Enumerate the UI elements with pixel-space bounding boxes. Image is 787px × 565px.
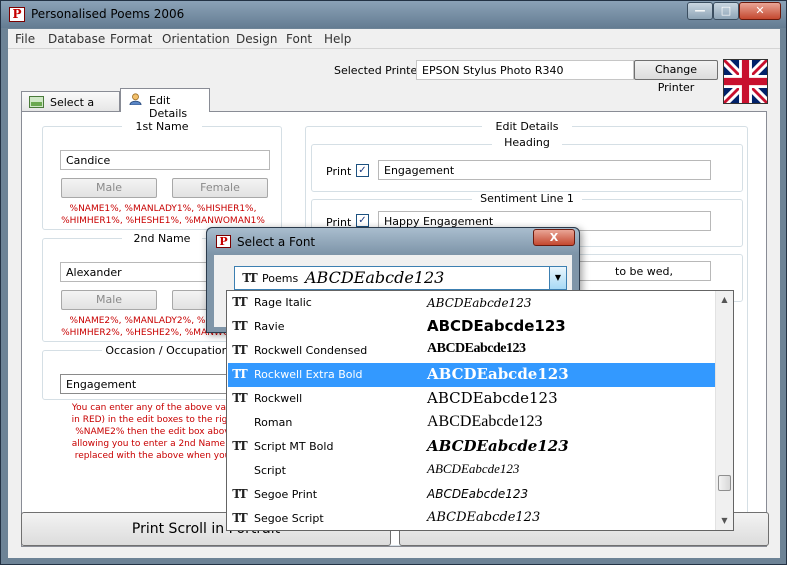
font-row-name: Rage Italic: [254, 296, 312, 309]
font-row-script[interactable]: Script ABCDEabcde123: [228, 459, 715, 483]
truetype-icon: TT: [232, 391, 247, 405]
font-row-name: Script: [254, 464, 286, 477]
scroll-up-icon: ▲: [721, 295, 728, 304]
font-row-rockwell-condensed[interactable]: TT Rockwell Condensed ABCDEabcde123: [228, 339, 715, 363]
font-list-scrollbar[interactable]: ▲ ▼: [715, 291, 733, 530]
font-row-rockwell[interactable]: TT Rockwell ABCDEabcde123: [228, 387, 715, 411]
app-p-icon: P: [216, 235, 231, 248]
second-name-male-button[interactable]: Male: [61, 290, 157, 310]
font-row-name: Script MT Bold: [254, 440, 334, 453]
menu-database[interactable]: Database: [48, 32, 105, 46]
app-p-icon: P: [9, 7, 25, 22]
dropdown-arrow-button[interactable]: ▼: [549, 267, 566, 289]
truetype-icon: TT: [232, 295, 247, 309]
font-row-sample: ABCDEabcde123: [427, 389, 558, 407]
font-row-name: Roman: [254, 416, 293, 429]
font-row-rockwell-extra-bold[interactable]: TT Rockwell Extra Bold ABCDEabcde123: [228, 363, 715, 387]
font-row-name: Segoe Print: [254, 488, 318, 501]
scroll-up-button[interactable]: ▲: [717, 292, 732, 308]
font-row-name: Rockwell Extra Bold: [254, 368, 363, 381]
font-row-name: Segoe Script: [254, 512, 324, 525]
truetype-icon: TT: [232, 511, 247, 525]
uk-flag-icon[interactable]: [723, 59, 768, 104]
truetype-icon: TT: [232, 367, 247, 381]
menu-format[interactable]: Format: [110, 32, 152, 46]
truetype-icon: TT: [232, 319, 247, 333]
font-row-sample: ABCDEabcde123: [427, 365, 569, 383]
dialog-title-bar: P Select a Font X: [207, 228, 579, 254]
first-name-female-button[interactable]: Female: [172, 178, 268, 198]
selected-printer-label: Selected Printer: [334, 64, 422, 77]
user-icon: [129, 93, 142, 105]
sentiment-line-1-title: Sentiment Line 1: [472, 192, 582, 205]
selected-font-sample: ABCDEabcde123: [305, 268, 445, 287]
first-name-input[interactable]: Candice: [60, 150, 270, 170]
font-row-sample: ABCDEabcde123: [427, 461, 520, 476]
font-row-name: Rockwell: [254, 392, 303, 405]
font-row-ravie[interactable]: TT Ravie ABCDEabcde123: [228, 315, 715, 339]
scroll-down-button[interactable]: ▼: [717, 513, 732, 529]
scroll-down-icon: ▼: [721, 516, 728, 525]
dialog-title: Select a Font: [237, 235, 316, 249]
font-row-name: Rockwell Condensed: [254, 344, 368, 357]
selected-printer-field[interactable]: EPSON Stylus Photo R340: [416, 60, 634, 80]
truetype-icon: TT: [232, 439, 247, 453]
menu-help[interactable]: Help: [324, 32, 351, 46]
close-icon: X: [549, 231, 559, 244]
scrollbar-thumb[interactable]: [718, 475, 731, 491]
truetype-icon: TT: [242, 271, 257, 285]
tab-edit-details[interactable]: Edit Details: [120, 88, 210, 120]
font-row-sample: ABCDEabcde123: [427, 437, 569, 455]
selected-font-name: Poems: [262, 272, 299, 285]
heading-print-checkbox[interactable]: ✓: [356, 164, 369, 177]
checkbox-check-icon: ✓: [358, 215, 367, 226]
font-row-sample: ABCDEabcde123: [427, 510, 541, 525]
heading-title: Heading: [492, 136, 562, 149]
font-dropdown-list: TT Rage Italic ABCDEabcde123 TT Ravie AB…: [226, 290, 734, 531]
tab-edit-details-label: Edit Details: [149, 94, 188, 120]
font-row-sample: ABCDEabcde123: [427, 487, 529, 501]
edit-details-title: Edit Details: [482, 120, 572, 133]
font-row-segoe-print[interactable]: TT Segoe Print ABCDEabcde123: [228, 483, 715, 507]
heading-print-label: Print: [326, 165, 352, 178]
first-name-male-button[interactable]: Male: [61, 178, 157, 198]
title-bar: P Personalised Poems 2006 — □ ✕: [1, 1, 786, 28]
tab-select-a-style[interactable]: Select a Style: [21, 91, 120, 122]
menu-design[interactable]: Design: [236, 32, 277, 46]
font-row-sample: ABCDEabcde123: [427, 317, 566, 335]
dialog-close-button[interactable]: X: [533, 229, 575, 246]
minimize-icon: —: [694, 4, 706, 17]
sentiment-1-print-checkbox[interactable]: ✓: [356, 214, 369, 227]
picture-icon: [29, 96, 44, 108]
font-row-roman[interactable]: Roman ABCDEabcde123: [228, 411, 715, 435]
font-row-segoe-script[interactable]: TT Segoe Script ABCDEabcde123: [228, 507, 715, 531]
truetype-icon: TT: [232, 487, 247, 501]
font-row-script-mt-bold[interactable]: TT Script MT Bold ABCDEabcde123: [228, 435, 715, 459]
close-button[interactable]: ✕: [739, 2, 781, 20]
checkbox-check-icon: ✓: [358, 165, 367, 176]
change-printer-button[interactable]: Change Printer: [634, 60, 718, 94]
menu-file[interactable]: File: [15, 32, 35, 46]
menu-bar: File Database Format Orientation Design …: [8, 29, 780, 49]
first-name-title: 1st Name: [122, 120, 202, 133]
font-combo-box[interactable]: TT Poems ABCDEabcde123 ▼: [234, 266, 567, 290]
occasion-title: Occasion / Occupation: [102, 344, 232, 357]
truetype-icon: TT: [232, 343, 247, 357]
font-row-rage-italic[interactable]: TT Rage Italic ABCDEabcde123: [228, 291, 715, 315]
font-row-name: Ravie: [254, 320, 285, 333]
minimize-button[interactable]: —: [687, 2, 713, 20]
second-name-title: 2nd Name: [122, 232, 202, 245]
dropdown-arrow-icon: ▼: [554, 273, 562, 282]
heading-input[interactable]: Engagement: [378, 160, 711, 180]
font-row-sample: ABCDEabcde123: [427, 296, 532, 310]
maximize-button[interactable]: □: [713, 2, 739, 20]
close-icon: ✕: [755, 4, 765, 17]
font-row-sample: ABCDEabcde123: [427, 341, 526, 356]
menu-orientation[interactable]: Orientation: [162, 32, 230, 46]
font-row-sample: ABCDEabcde123: [427, 413, 543, 430]
first-name-variables: %NAME1%, %MANLADY1%, %HISHER1%, %HIMHER1…: [61, 204, 265, 226]
menu-font[interactable]: Font: [286, 32, 312, 46]
window-title: Personalised Poems 2006: [31, 7, 185, 21]
maximize-icon: □: [720, 4, 732, 17]
